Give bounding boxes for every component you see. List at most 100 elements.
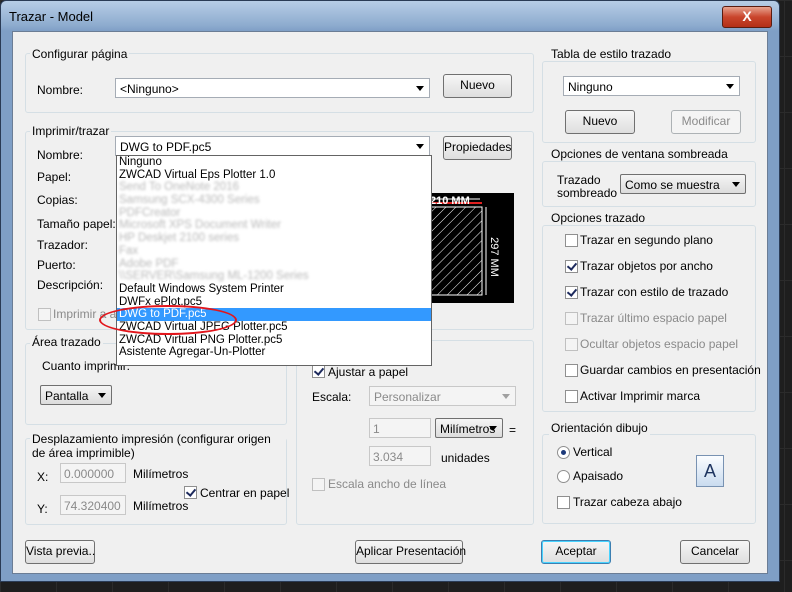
config-nombre-select[interactable]: <Ninguno> xyxy=(115,78,430,98)
plotter-option[interactable]: Adobe PDF xyxy=(117,258,431,271)
y-unit-label: Milímetros xyxy=(133,499,189,513)
orientation-letter: A xyxy=(703,461,716,481)
descripcion-label: Descripción: xyxy=(37,278,104,292)
centrar-papel-checkbox[interactable] xyxy=(184,486,197,499)
opcion-label: Trazar con estilo de trazado xyxy=(580,285,729,299)
plotter-option[interactable]: Ninguno xyxy=(117,156,431,169)
vertical-radio[interactable] xyxy=(557,446,570,459)
paper-preview-drawing xyxy=(429,198,487,296)
cancelar-button[interactable]: Cancelar xyxy=(680,540,750,564)
window-title: Trazar - Model xyxy=(9,9,94,24)
estilo-value: Ninguno xyxy=(568,80,613,94)
highlight-ellipse xyxy=(99,305,237,335)
paper-preview: 210 MM 297 MM xyxy=(429,193,514,303)
propiedades-label: Propiedades xyxy=(444,140,512,154)
escala-valor1-input[interactable]: 1 xyxy=(369,418,431,438)
config-nuevo-label: Nuevo xyxy=(460,78,495,92)
chevron-down-icon xyxy=(726,84,734,89)
escala-valor1-text: 1 xyxy=(373,422,380,436)
aceptar-label: Aceptar xyxy=(555,544,597,558)
plotter-option[interactable]: \\SERVER\Samsung ML-1200 Series xyxy=(117,270,431,283)
opcion-label: Trazar en segundo plano xyxy=(580,233,713,247)
apaisado-label: Apaisado xyxy=(573,469,624,483)
plotter-option[interactable]: Fax xyxy=(117,245,431,258)
plotter-option[interactable]: Samsung SCX-4300 Series xyxy=(117,194,431,207)
cabeza-abajo-label: Trazar cabeza abajo xyxy=(573,495,682,509)
tamano-papel-label: Tamaño papel: xyxy=(37,217,116,231)
opcion-checkbox[interactable] xyxy=(565,312,578,325)
plotter-option[interactable]: ZWCAD Virtual PNG Plotter.pc5 xyxy=(117,334,431,347)
orientacion-label: Orientación dibujo xyxy=(549,421,650,435)
escala-ancho-checkbox[interactable] xyxy=(312,478,325,491)
vista-previa-button[interactable]: Vista previa.. xyxy=(25,540,95,564)
imprimir-nombre-label: Nombre: xyxy=(37,148,84,162)
escala-valor2-text: 3.034 xyxy=(373,450,404,464)
modificar-label: Modificar xyxy=(681,114,731,128)
plotter-option[interactable]: HP Deskjet 2100 series xyxy=(117,232,431,245)
y-offset-input[interactable]: 74.320400 xyxy=(60,495,126,515)
aceptar-button[interactable]: Aceptar xyxy=(541,540,611,564)
opcion-checkbox[interactable] xyxy=(565,260,578,273)
modificar-button[interactable]: Modificar xyxy=(671,110,741,134)
escala-select[interactable]: Personalizar xyxy=(369,386,516,406)
plotter-option[interactable]: PDFCreator xyxy=(117,207,431,220)
escala-valor2-input[interactable]: 3.034 xyxy=(369,446,431,466)
close-icon: X xyxy=(742,8,752,24)
paper-width-label: 210 MM xyxy=(430,195,470,207)
sombreada-label: Opciones de ventana sombreada xyxy=(549,147,730,161)
opcion-checkbox[interactable] xyxy=(565,338,578,351)
pantalla-select[interactable]: Pantalla xyxy=(40,385,112,405)
ajustar-papel-label: Ajustar a papel xyxy=(328,365,409,379)
area-trazado-label: Área trazado xyxy=(30,335,103,349)
plotter-option[interactable]: Microsoft XPS Document Writer xyxy=(117,219,431,232)
ajustar-papel-checkbox[interactable] xyxy=(312,365,325,378)
estilo-nuevo-button[interactable]: Nuevo xyxy=(565,110,635,134)
escala-value: Personalizar xyxy=(374,390,441,404)
unidad-select[interactable]: Milímetros xyxy=(435,418,503,438)
aplicar-presentacion-button[interactable]: Aplicar Presentación xyxy=(355,540,466,564)
trazado-sombreado-label: Trazado sombreado xyxy=(557,173,618,200)
x-unit-label: Milímetros xyxy=(133,467,189,481)
equals-sign: = xyxy=(509,423,517,437)
plotter-option[interactable]: ZWCAD Virtual Eps Plotter 1.0 xyxy=(117,169,431,182)
trazador-label: Trazador: xyxy=(37,238,88,252)
chevron-down-icon xyxy=(416,86,424,91)
title-bar[interactable]: Trazar - Model X xyxy=(1,1,779,31)
config-nombre-label: Nombre: xyxy=(37,83,84,97)
chevron-down-icon xyxy=(416,144,424,149)
plotter-option[interactable]: Send To OneNote 2016 xyxy=(117,181,431,194)
plotter-select[interactable]: DWG to PDF.pc5 xyxy=(115,136,430,156)
opcion-checkbox[interactable] xyxy=(565,364,578,377)
apaisado-radio[interactable] xyxy=(557,470,570,483)
x-offset-text: 0.000000 xyxy=(64,467,115,481)
opcion-checkbox[interactable] xyxy=(565,286,578,299)
config-nombre-value: <Ninguno> xyxy=(120,82,179,96)
imprimir-trazar-label: Imprimir/trazar xyxy=(30,124,112,138)
config-nuevo-button[interactable]: Nuevo xyxy=(443,74,512,98)
imprimir-archivo-checkbox[interactable] xyxy=(38,308,51,321)
paper-height-label: 297 MM xyxy=(487,237,500,277)
estilo-select[interactable]: Ninguno xyxy=(563,76,740,96)
tabla-estilo-label: Tabla de estilo trazado xyxy=(549,47,674,61)
cabeza-abajo-checkbox[interactable] xyxy=(557,496,570,509)
configurar-pagina-label: Configurar página xyxy=(30,47,130,61)
y-offset-text: 74.320400 xyxy=(64,499,121,513)
plotter-option[interactable]: Asistente Agregar-Un-Plotter xyxy=(117,346,431,359)
centrar-papel-label: Centrar en papel xyxy=(200,486,290,500)
pantalla-value: Pantalla xyxy=(45,389,89,403)
opcion-checkbox[interactable] xyxy=(565,390,578,403)
trazado-sombreado-select[interactable]: Como se muestra xyxy=(620,174,746,194)
x-offset-input[interactable]: 0.000000 xyxy=(60,463,126,483)
vista-previa-label: Vista previa.. xyxy=(26,544,96,558)
unidad-value: Milímetros xyxy=(440,422,496,436)
unidades-label: unidades xyxy=(441,451,490,465)
trazado-sombreado-value: Como se muestra xyxy=(625,178,720,192)
propiedades-button[interactable]: Propiedades xyxy=(443,136,512,160)
cancelar-label: Cancelar xyxy=(690,544,740,558)
vertical-label: Vertical xyxy=(573,445,613,459)
papel-label: Papel: xyxy=(37,170,72,184)
opcion-checkbox[interactable] xyxy=(565,234,578,247)
plotter-option[interactable]: Default Windows System Printer xyxy=(117,283,431,296)
close-button[interactable]: X xyxy=(722,6,772,28)
opcion-label: Guardar cambios en presentación xyxy=(580,363,761,377)
